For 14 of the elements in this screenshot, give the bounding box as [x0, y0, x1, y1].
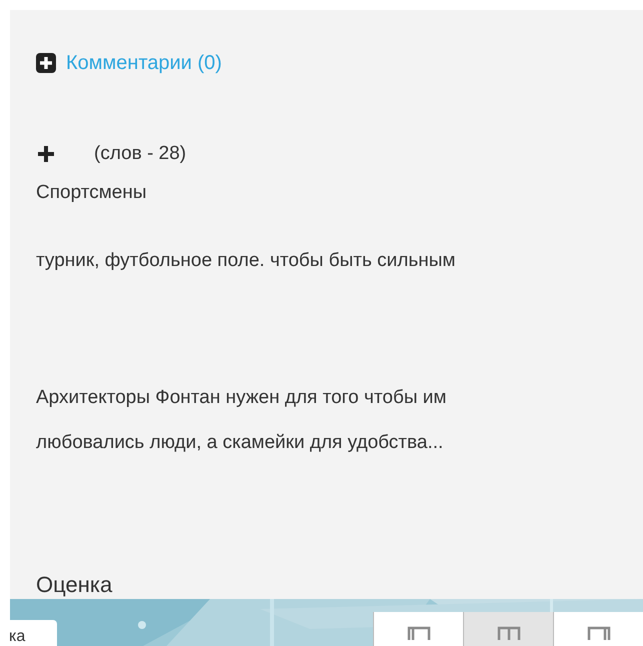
column-layout-icon	[586, 626, 610, 640]
rating-label: Оценка	[36, 570, 114, 598]
layout-button[interactable]	[553, 612, 643, 646]
paragraph: Спортсмены	[36, 180, 148, 204]
paragraph: турник, футбольное поле. чтобы быть сильным	[36, 248, 456, 272]
word-count: (слов - 28)	[94, 142, 186, 166]
plus-square-icon	[36, 53, 56, 73]
column-layout-icon	[406, 626, 430, 640]
layout-button[interactable]	[373, 612, 463, 646]
plus-icon[interactable]	[36, 144, 56, 164]
layout-button[interactable]	[463, 612, 553, 646]
tab[interactable]: ка	[10, 620, 57, 646]
paragraph: Архитекторы Фонтан нужен для того чтобы им любовались люди, а скамейки для удобства...	[36, 386, 448, 454]
column-layout-icon	[496, 626, 520, 640]
